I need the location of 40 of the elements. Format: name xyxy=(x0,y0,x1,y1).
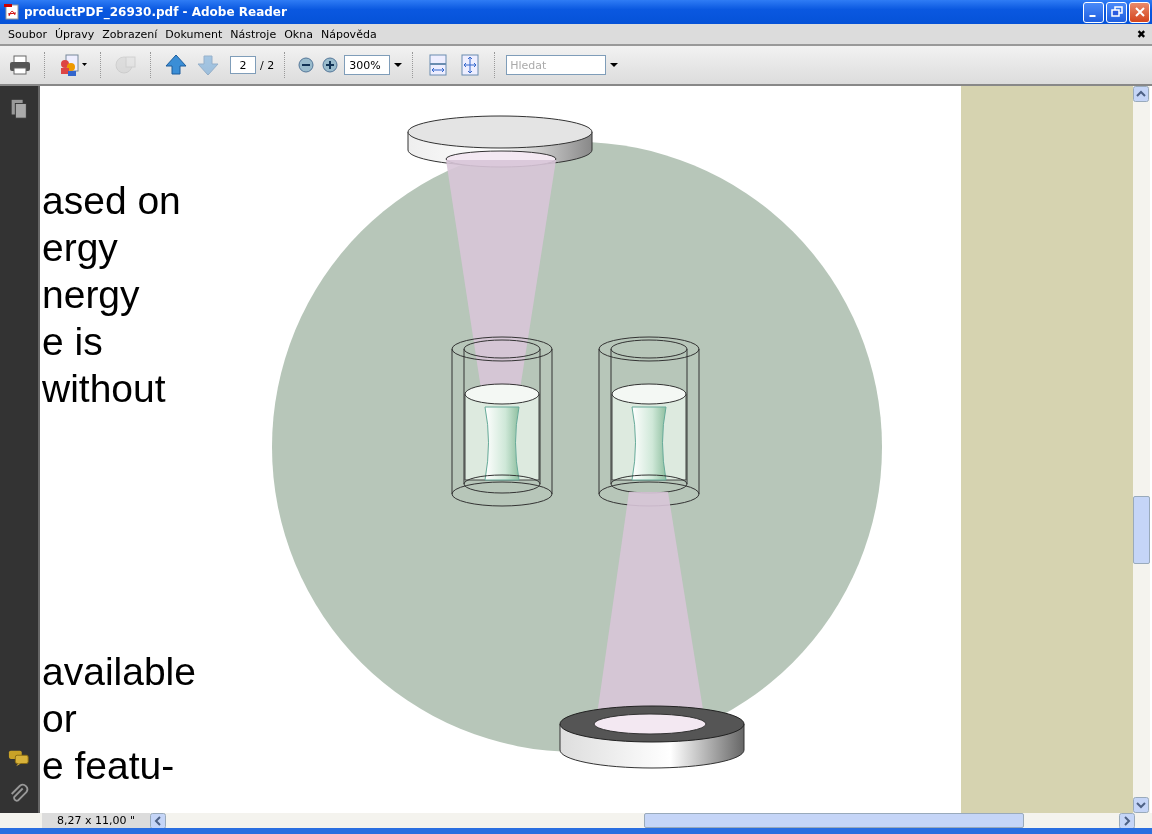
page-total: / 2 xyxy=(260,58,275,72)
scroll-left-icon[interactable] xyxy=(150,813,166,829)
text-line: ased on xyxy=(42,178,181,224)
text-line: ergy xyxy=(42,225,118,271)
restore-button[interactable] xyxy=(1106,1,1127,23)
restore-icon xyxy=(1110,6,1123,18)
close-document-button[interactable]: ✖ xyxy=(1136,27,1148,41)
text-line: nergy xyxy=(42,272,140,318)
menu-item[interactable]: Zobrazení xyxy=(98,27,162,41)
caret-icon[interactable] xyxy=(610,63,619,67)
menu-item[interactable]: Nástroje xyxy=(226,27,281,41)
close-button[interactable] xyxy=(1129,1,1150,23)
caret-icon[interactable] xyxy=(394,63,403,67)
menu-item[interactable]: Soubor xyxy=(4,27,51,41)
window-title: productPDF_26930.pdf - Adobe Reader xyxy=(24,5,288,19)
text-line: without xyxy=(42,366,166,412)
pdf-file-icon xyxy=(4,4,20,20)
search-field[interactable]: Hledat xyxy=(506,55,607,75)
menu-item[interactable]: Dokument xyxy=(161,27,227,41)
scroll-up-icon[interactable] xyxy=(1133,86,1149,102)
vertical-scrollbar[interactable] xyxy=(1133,86,1150,813)
paperclip-icon[interactable] xyxy=(8,783,30,805)
minimize-icon xyxy=(1088,15,1096,17)
text-line: or xyxy=(42,696,77,742)
text-line: e featu- xyxy=(42,743,175,789)
minimize-button[interactable] xyxy=(1083,1,1104,23)
page-size-label: 8,27 x 11,00 " xyxy=(42,813,150,828)
scroll-down-icon[interactable] xyxy=(1133,797,1149,813)
zoom-field[interactable]: 300% xyxy=(344,55,391,75)
horizontal-scrollbar[interactable] xyxy=(150,813,1135,828)
menu-item[interactable]: Nápověda xyxy=(316,27,381,41)
text-line: e is xyxy=(42,319,103,365)
close-icon xyxy=(1133,6,1146,18)
menu-item[interactable]: Úpravy xyxy=(50,27,99,41)
page-number-field[interactable]: 2 xyxy=(230,56,256,74)
menu-item[interactable]: Okna xyxy=(280,27,317,41)
scroll-right-icon[interactable] xyxy=(1119,813,1135,829)
scroll-thumb[interactable] xyxy=(644,813,1024,828)
scroll-thumb[interactable] xyxy=(1133,496,1150,564)
text-line: available xyxy=(42,649,196,695)
